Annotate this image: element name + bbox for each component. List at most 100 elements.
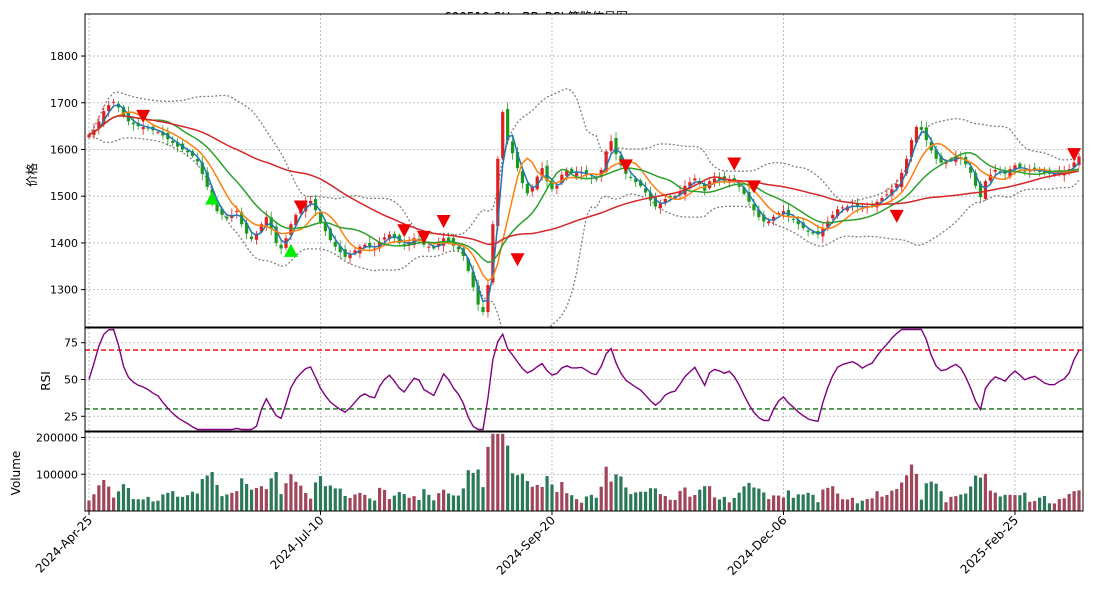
volume-bar-110 (629, 494, 633, 511)
candle-body-151 (831, 214, 835, 219)
volume-bar-156 (855, 503, 859, 511)
price-ytick-label-3: 1600 (50, 143, 78, 156)
volume-bar-34 (254, 488, 259, 511)
rsi-ytick-label-1: 50 (64, 374, 78, 387)
volume-bar-46 (313, 482, 318, 511)
volume-bar-13 (151, 501, 155, 511)
rsi-ytick-label-2: 75 (64, 337, 78, 350)
volume-bar-99 (575, 499, 579, 511)
candle-body-17 (171, 141, 175, 143)
candle-body-86 (510, 141, 515, 154)
volume-bar-47 (318, 476, 323, 511)
volume-bar-78 (471, 472, 475, 511)
volume-bar-71 (437, 493, 441, 511)
volume-bar-82 (491, 433, 495, 511)
candle-body-107 (614, 138, 618, 155)
volume-bar-178 (964, 493, 968, 511)
volume-bar-90 (530, 486, 534, 511)
volume-bar-91 (535, 484, 539, 511)
volume-bar-79 (476, 469, 480, 511)
price-ytick-label-2: 1500 (50, 190, 78, 203)
volume-bar-19 (180, 496, 185, 511)
volume-bar-153 (840, 499, 845, 511)
candle-body-5 (112, 101, 116, 103)
volume-bar-63 (397, 492, 401, 511)
volume-bar-5 (112, 497, 116, 511)
price-ytick-label-0: 1300 (50, 284, 78, 297)
candle-body-146 (806, 230, 810, 232)
volume-bar-36 (264, 489, 268, 511)
volume-bar-100 (579, 502, 584, 511)
volume-ytick-label-1: 200000 (36, 432, 78, 445)
volume-bar-11 (141, 499, 145, 511)
bb-rsi-chart: 600519.SH - BB_RSI 策略信号图 130014001500160… (9, 9, 1084, 578)
volume-bar-161 (880, 496, 884, 511)
volume-bar-98 (570, 495, 574, 511)
volume-bar-186 (1003, 494, 1007, 511)
volume-bar-0 (87, 500, 91, 511)
volume-bar-200 (1072, 491, 1076, 511)
volume-bar-174 (944, 502, 948, 511)
volume-bar-130 (727, 502, 731, 511)
volume-bar-2 (97, 485, 101, 511)
volume-bar-1 (92, 494, 96, 511)
volume-bar-149 (821, 489, 825, 511)
volume-bar-105 (604, 466, 608, 511)
candle-body-138 (767, 221, 771, 224)
volume-bar-69 (427, 494, 431, 511)
candle-body-103 (594, 178, 598, 180)
volume-bar-144 (796, 494, 800, 511)
volume-bar-191 (1028, 501, 1032, 511)
rsi-ytick-label-0: 25 (64, 410, 78, 423)
volume-bar-201 (1077, 490, 1081, 511)
volume-bar-184 (993, 492, 997, 511)
volume-bar-9 (131, 499, 135, 511)
volume-bar-119 (673, 499, 677, 511)
volume-ytick-label-0: 100000 (36, 468, 78, 481)
volume-bar-166 (905, 475, 909, 511)
volume-bar-68 (422, 489, 426, 511)
volume-bar-55 (358, 492, 362, 511)
volume-bar-112 (639, 491, 643, 511)
volume-bar-60 (382, 489, 387, 511)
volume-bar-118 (668, 499, 672, 511)
volume-bar-111 (634, 492, 638, 511)
volume-bar-65 (407, 497, 411, 511)
x-tick-label-3: 2024-Dec-06 (725, 513, 790, 578)
volume-bar-49 (328, 485, 332, 511)
volume-bar-155 (850, 497, 855, 511)
volume-bar-39 (279, 494, 283, 511)
volume-bar-131 (732, 497, 736, 511)
volume-bar-125 (703, 486, 707, 511)
volume-bar-114 (648, 488, 653, 511)
volume-bar-42 (294, 481, 298, 511)
candle-body-162 (885, 194, 889, 196)
rsi-ylabel: RSI (39, 371, 53, 391)
volume-bar-44 (304, 492, 308, 511)
candle-body-132 (737, 185, 741, 187)
volume-bar-76 (461, 488, 465, 511)
candle-body-50 (333, 241, 337, 247)
volume-bar-141 (781, 497, 786, 511)
volume-bar-67 (417, 499, 421, 511)
volume-bar-85 (506, 445, 510, 511)
volume-bar-58 (373, 500, 377, 511)
volume-bar-122 (688, 496, 692, 511)
candle-body-84 (501, 112, 505, 159)
volume-bar-177 (959, 494, 963, 511)
volume-bar-104 (599, 486, 603, 511)
volume-bar-14 (156, 500, 160, 511)
volume-bar-137 (762, 492, 766, 511)
volume-bar-195 (1047, 503, 1052, 511)
volume-bar-116 (658, 494, 662, 511)
price-ylabel: 价格 (24, 163, 39, 187)
candle-body-94 (550, 183, 554, 190)
volume-bar-54 (353, 494, 357, 511)
volume-bar-165 (900, 482, 904, 511)
candle-body-182 (983, 181, 988, 199)
volume-bar-83 (496, 433, 500, 511)
volume-bar-16 (166, 492, 170, 511)
volume-bar-151 (831, 486, 835, 511)
price-ytick-label-4: 1700 (50, 97, 78, 110)
volume-bar-196 (1052, 503, 1056, 511)
